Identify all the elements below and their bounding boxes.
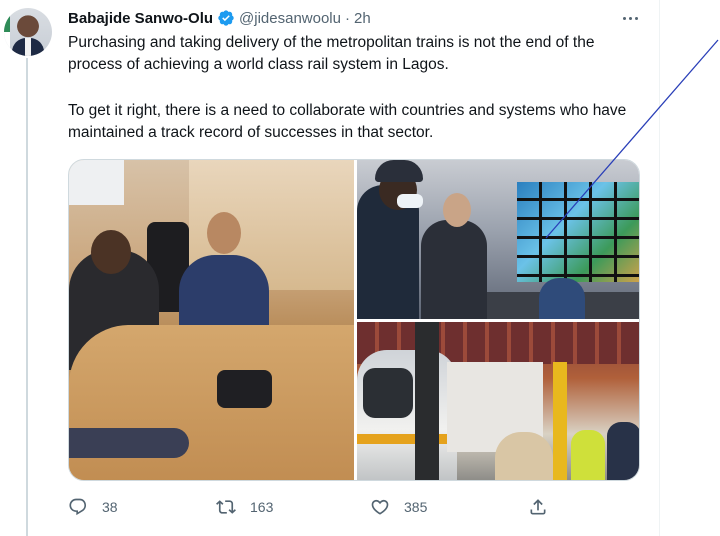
photo-video-wall: [517, 182, 639, 282]
like-count: 385: [404, 499, 428, 515]
tweet-header: Babajide Sanwo-Olu @jidesanwoolu · 2h: [68, 8, 371, 28]
photo-arm: [69, 428, 189, 458]
photo-person: [607, 422, 639, 480]
photo-pillar: [415, 322, 439, 480]
reply-icon: [69, 498, 87, 516]
photo-train-stripe: [357, 434, 457, 444]
photo-person: [495, 432, 553, 480]
author-handle[interactable]: @jidesanwoolu: [239, 10, 341, 27]
tweet-actions: 38 163 385: [68, 496, 628, 518]
share-icon: [530, 499, 546, 515]
timeline-border: [659, 0, 660, 536]
tweet-timestamp[interactable]: 2h: [354, 10, 371, 27]
photo-person: [421, 220, 487, 319]
tweet-text-paragraph-2: To get it right, there is a need to coll…: [68, 102, 627, 141]
photo-meeting-room[interactable]: [69, 160, 354, 480]
retweet-icon: [216, 500, 236, 514]
photo-hi-vis-vest: [571, 430, 605, 480]
author-name[interactable]: Babajide Sanwo-Olu: [68, 10, 213, 27]
thread-line: [26, 58, 28, 536]
like-button[interactable]: 385: [370, 496, 427, 518]
share-button[interactable]: [528, 496, 562, 518]
photo-train-window: [363, 368, 413, 418]
retweet-button[interactable]: 163: [216, 496, 273, 518]
reply-button[interactable]: 38: [68, 496, 118, 518]
photo-person: [179, 255, 269, 325]
avatar[interactable]: [4, 8, 52, 56]
avatar-shirt: [25, 38, 31, 56]
photo-window: [69, 160, 124, 205]
separator-dot: ·: [344, 9, 350, 27]
tweet[interactable]: Babajide Sanwo-Olu @jidesanwoolu · 2h Pu…: [0, 0, 660, 536]
photo-person-head: [91, 230, 131, 274]
photo-cap: [375, 160, 423, 182]
more-icon[interactable]: [618, 8, 642, 28]
like-icon: [371, 499, 389, 515]
media-grid: [68, 159, 640, 481]
tweet-text-paragraph-1: Purchasing and taking delivery of the me…: [68, 34, 595, 73]
reply-count: 38: [102, 499, 118, 515]
photo-control-room[interactable]: [357, 160, 639, 319]
photo-train-depot[interactable]: [357, 322, 639, 480]
photo-face-mask: [397, 194, 423, 208]
photo-person-head: [207, 212, 241, 254]
photo-person: [539, 278, 585, 319]
photo-yellow-post: [553, 362, 567, 480]
verified-badge-icon: [217, 9, 235, 27]
avatar-flag: [4, 12, 10, 52]
photo-desk-phone: [217, 370, 272, 408]
retweet-count: 163: [250, 499, 274, 515]
photo-person-head: [443, 193, 471, 227]
